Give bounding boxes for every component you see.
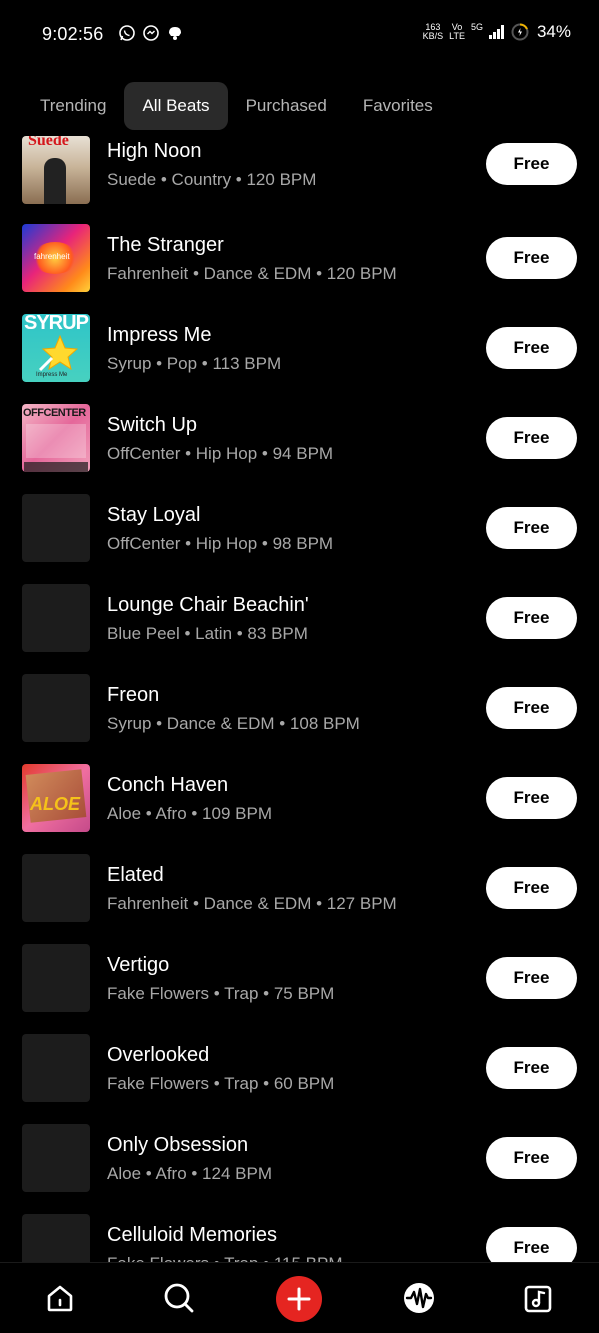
beat-meta: Fake Flowers • Trap • 115 BPM [107, 1254, 343, 1262]
album-art [22, 854, 90, 922]
beat-title: Vertigo [107, 954, 170, 976]
album-art: Suede [22, 136, 90, 204]
network-speed: 163 KB/S [422, 22, 444, 41]
album-art [22, 674, 90, 742]
status-time: 9:02:56 [42, 24, 104, 44]
bottom-nav [0, 1262, 599, 1333]
free-button[interactable]: Free [486, 957, 577, 999]
list-item[interactable]: Only Obsession Aloe • Afro • 124 BPM Fre… [0, 1124, 599, 1214]
free-button[interactable]: Free [486, 1137, 577, 1179]
list-item[interactable]: Suede High Noon Suede • Country • 120 BP… [0, 134, 599, 220]
album-art: SYRUP Impress Me [22, 314, 90, 382]
free-button[interactable]: Free [486, 1227, 577, 1262]
beat-meta: Fake Flowers • Trap • 60 BPM [107, 1074, 335, 1093]
free-button[interactable]: Free [486, 327, 577, 369]
list-item[interactable]: Lounge Chair Beachin' Blue Peel • Latin … [0, 584, 599, 674]
beat-title: Conch Haven [107, 774, 229, 796]
free-button[interactable]: Free [486, 867, 577, 909]
beat-title: Only Obsession [107, 1134, 249, 1156]
beat-title: Impress Me [107, 324, 212, 346]
notification-app-icon [169, 27, 181, 40]
battery-icon [511, 23, 529, 41]
beat-meta: Aloe • Afro • 124 BPM [107, 1164, 272, 1183]
beat-title: The Stranger [107, 234, 224, 256]
waveform-icon [404, 1283, 434, 1313]
home-icon [47, 1285, 73, 1312]
beat-title: Stay Loyal [107, 504, 201, 526]
nav-add-button[interactable] [276, 1276, 322, 1322]
volte-indicator: Vo LTE [449, 22, 465, 41]
whatsapp-icon [119, 25, 135, 41]
free-button[interactable]: Free [486, 237, 577, 279]
album-art [22, 494, 90, 562]
nav-home[interactable] [38, 1276, 82, 1320]
beat-title: Overlooked [107, 1044, 210, 1066]
list-item[interactable]: Celluloid Memories Fake Flowers • Trap •… [0, 1214, 599, 1262]
beat-meta: OffCenter • Hip Hop • 94 BPM [107, 444, 334, 463]
messenger-icon [143, 25, 159, 41]
beat-meta: Fahrenheit • Dance & EDM • 127 BPM [107, 894, 397, 913]
nav-library[interactable] [517, 1276, 561, 1320]
beat-meta: Fahrenheit • Dance & EDM • 120 BPM [107, 264, 397, 283]
beat-title: Switch Up [107, 414, 198, 436]
tab-trending[interactable]: Trending [22, 82, 124, 130]
album-art [22, 1034, 90, 1102]
beat-title: Elated [107, 864, 164, 886]
beat-meta: Blue Peel • Latin • 83 BPM [107, 624, 308, 643]
list-item[interactable]: OFFCENTER Switch Up OffCenter • Hip Hop … [0, 404, 599, 494]
tab-all-beats[interactable]: All Beats [124, 82, 228, 130]
beat-meta: OffCenter • Hip Hop • 98 BPM [107, 534, 334, 553]
free-button[interactable]: Free [486, 507, 577, 549]
battery-percent: 34% [536, 22, 571, 41]
beat-meta: Syrup • Dance & EDM • 108 BPM [107, 714, 360, 733]
beat-title: High Noon [107, 140, 202, 162]
free-button[interactable]: Free [486, 777, 577, 819]
free-button[interactable]: Free [486, 687, 577, 729]
beat-meta: Suede • Country • 120 BPM [107, 170, 317, 189]
list-item[interactable]: Overlooked Fake Flowers • Trap • 60 BPM … [0, 1034, 599, 1124]
beat-meta: Syrup • Pop • 113 BPM [107, 354, 282, 373]
beat-meta: Aloe • Afro • 109 BPM [107, 804, 272, 823]
add-icon [287, 1287, 311, 1311]
list-item[interactable]: Vertigo Fake Flowers • Trap • 75 BPM Fre… [0, 944, 599, 1034]
signal-icon [488, 25, 504, 39]
nav-beats[interactable] [397, 1276, 441, 1320]
music-library-icon [524, 1285, 552, 1313]
list-item[interactable]: ALOE Conch Haven Aloe • Afro • 109 BPM F… [0, 764, 599, 854]
beats-list: Suede High Noon Suede • Country • 120 BP… [0, 134, 599, 1262]
free-button[interactable]: Free [486, 1047, 577, 1089]
album-art [22, 1124, 90, 1192]
album-art: fahrenheit [22, 224, 90, 292]
beat-title: Lounge Chair Beachin' [107, 594, 309, 616]
list-item[interactable]: Stay Loyal OffCenter • Hip Hop • 98 BPM … [0, 494, 599, 584]
free-button[interactable]: Free [486, 597, 577, 639]
album-art [22, 944, 90, 1012]
list-item[interactable]: fahrenheit The Stranger Fahrenheit • Dan… [0, 224, 599, 314]
signal-type: 5G [470, 22, 483, 32]
status-bar: 9:02:56 163 KB/S Vo LTE 5G 34% [0, 0, 599, 70]
list-item[interactable]: Freon Syrup • Dance & EDM • 108 BPM Free [0, 674, 599, 764]
beat-meta: Fake Flowers • Trap • 75 BPM [107, 984, 335, 1003]
free-button[interactable]: Free [486, 417, 577, 459]
free-button[interactable]: Free [486, 143, 577, 185]
beat-title: Freon [107, 684, 160, 706]
list-item[interactable]: SYRUP Impress Me Impress Me Syrup • Pop … [0, 314, 599, 404]
tab-purchased[interactable]: Purchased [228, 82, 345, 130]
search-icon [164, 1283, 194, 1313]
album-art [22, 1214, 90, 1262]
tab-favorites[interactable]: Favorites [345, 82, 451, 130]
album-art: OFFCENTER [22, 404, 90, 472]
tab-bar: Trending All Beats Purchased Favorites [22, 82, 451, 130]
beat-title: Celluloid Memories [107, 1224, 278, 1246]
album-art [22, 584, 90, 652]
list-item[interactable]: Elated Fahrenheit • Dance & EDM • 127 BP… [0, 854, 599, 944]
nav-search[interactable] [157, 1276, 201, 1320]
album-art: ALOE [22, 764, 90, 832]
